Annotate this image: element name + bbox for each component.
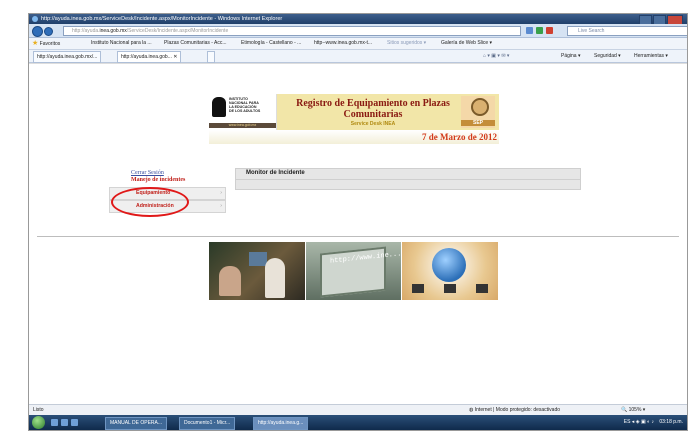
forward-button[interactable]	[44, 27, 53, 36]
security-zone: ◍ Internet | Modo protegido: desactivado	[469, 405, 560, 415]
search-input[interactable]: Live Search	[567, 26, 687, 36]
stop-icon[interactable]	[546, 27, 553, 34]
address-bar-row: http://ayuda.inea.gob.mx/ServiceDesk/Inc…	[29, 24, 687, 38]
start-button[interactable]	[32, 416, 45, 429]
system-tray: ES ◂ ◈ ▣ ◐ ♪ 03:18 p.m.	[624, 415, 683, 430]
highlight-oval	[111, 187, 189, 217]
person-figure	[219, 266, 241, 296]
computer-icon	[412, 284, 425, 293]
url-domain: inea.gob.mx	[99, 28, 127, 34]
taskbar-item-ie[interactable]: http://ayuda.inea.g...	[253, 417, 309, 430]
status-bar: Listo ◍ Internet | Modo protegido: desac…	[29, 404, 687, 415]
refresh-icon[interactable]	[536, 27, 543, 34]
taskbar-item-manual[interactable]: MANUAL DE OPERA...	[105, 417, 168, 430]
home-feeds-print-icons[interactable]: ⌂ ▾ ▣ ▾ ✉ ▾	[483, 50, 509, 62]
favorite-link-inea-gob[interactable]: http--www.inea.gob.mx-t...	[314, 38, 372, 49]
page-title: Registro de Equipamiento en Plazas Comun…	[296, 98, 450, 120]
taskbar-item-word[interactable]: Documento1 - Micr...	[179, 417, 236, 430]
security-menu[interactable]: Seguridad ▾	[594, 50, 621, 62]
tab-bar: http://ayuda.inea.gob.mx/... http://ayud…	[29, 50, 687, 63]
header-banner: INSTITUTO NACIONAL PARA LA EDUCACIÓN DE …	[209, 94, 499, 130]
page-subtitle: Service Desk INEA	[350, 121, 396, 127]
divider	[37, 236, 679, 237]
inea-figure-icon	[212, 97, 226, 117]
page-content: INSTITUTO NACIONAL PARA LA EDUCACIÓN DE …	[29, 63, 687, 417]
computer-icon	[444, 284, 457, 293]
url-path: /ServiceDesk/Incidente.aspx/MonitorIncid…	[126, 28, 229, 34]
monitor-title: Monitor de Incidente	[246, 170, 305, 176]
status-text: Listo	[33, 407, 44, 413]
window-title: http://ayuda.inea.gob.mx/ServiceDesk/Inc…	[41, 16, 283, 22]
tray-icons[interactable]: ES ◂ ◈ ▣ ◐ ♪	[624, 419, 654, 425]
zoom-value: 105%	[628, 407, 642, 413]
ie-quicklaunch-icon[interactable]	[71, 419, 78, 426]
favorites-button[interactable]: ★ Favoritos	[32, 38, 60, 50]
favorite-link-etimologia[interactable]: Etimología - Castellano - ...	[241, 38, 301, 49]
favorite-link-inea[interactable]: Instituto Nacional para la ...	[91, 38, 152, 49]
browser-window: http://ayuda.inea.gob.mx/ServiceDesk/Inc…	[28, 13, 688, 431]
favorites-bar: ★ Favoritos Instituto Nacional para la .…	[29, 38, 687, 50]
security-zone-text: Internet | Modo protegido: desactivado	[474, 407, 561, 413]
favorite-link-plazas[interactable]: Plazas Comunitarias - Acc...	[164, 38, 227, 49]
suggested-sites[interactable]: Sitios sugeridos ▾	[387, 38, 426, 49]
sidebar-section-title: Manejo de incidentes	[131, 177, 186, 183]
photo-people-at-computers	[209, 242, 306, 300]
inea-logo-text: INSTITUTO NACIONAL PARA LA EDUCACIÓN DE …	[229, 97, 261, 113]
sep-seal-icon	[471, 98, 489, 116]
star-icon: ★	[32, 40, 39, 47]
new-tab-button[interactable]	[207, 51, 215, 63]
monitor-figure	[249, 252, 267, 266]
photo-browser-screen: http://www.ine...	[305, 242, 403, 300]
sep-label: SEP	[461, 120, 495, 126]
computer-icon	[476, 284, 489, 293]
logout-link[interactable]: Cerrar Sesión	[131, 170, 164, 176]
window-controls	[639, 15, 683, 25]
monitor-panel: Monitor de Incidente	[235, 168, 581, 190]
show-desktop-icon[interactable]	[51, 419, 58, 426]
inea-logo: INSTITUTO NACIONAL PARA LA EDUCACIÓN DE …	[209, 94, 277, 130]
url-prefix: http://ayuda.	[72, 28, 100, 34]
clock[interactable]: 03:18 p.m.	[659, 419, 683, 425]
page-menu[interactable]: Página ▾	[561, 50, 580, 62]
sep-logo: SEP	[461, 96, 495, 128]
person-figure	[265, 258, 285, 298]
quick-launch	[51, 419, 78, 426]
photo-strip: http://www.ine...	[209, 242, 500, 300]
chevron-right-icon: ›	[220, 190, 222, 196]
inea-logo-url: www.inea.gob.mx	[209, 123, 276, 128]
tab-1[interactable]: http://ayuda.inea.gob.mx/...	[33, 51, 102, 63]
tab-2[interactable]: http://ayuda.inea.gob... ✕	[117, 51, 182, 63]
web-slice-gallery[interactable]: Galería de Web Slice ▾	[441, 38, 492, 49]
compat-view-icon[interactable]	[526, 27, 533, 34]
globe-icon	[432, 248, 467, 282]
favorites-label: Favoritos	[39, 41, 61, 47]
windows-taskbar: MANUAL DE OPERA... Documento1 - Micr... …	[29, 415, 687, 430]
switch-windows-icon[interactable]	[61, 419, 68, 426]
address-input[interactable]: http://ayuda.inea.gob.mx/ServiceDesk/Inc…	[63, 26, 521, 36]
ie-icon	[32, 16, 38, 22]
address-tools	[526, 27, 553, 34]
back-button[interactable]	[32, 26, 43, 37]
chevron-right-icon: ›	[220, 203, 222, 209]
date-strip: 7 de Marzo de 2012	[209, 130, 499, 144]
photo-globe-network	[402, 242, 500, 300]
window-titlebar: http://ayuda.inea.gob.mx/ServiceDesk/Inc…	[29, 14, 687, 25]
current-date: 7 de Marzo de 2012	[422, 132, 497, 142]
search-placeholder: Live Search	[578, 28, 605, 34]
globe-icon: ◍	[469, 407, 474, 413]
tools-menu[interactable]: Herramientas ▾	[634, 50, 668, 62]
zoom-level[interactable]: 🔍 105% ▾	[621, 405, 645, 415]
monitor-panel-header: Monitor de Incidente	[236, 169, 580, 180]
